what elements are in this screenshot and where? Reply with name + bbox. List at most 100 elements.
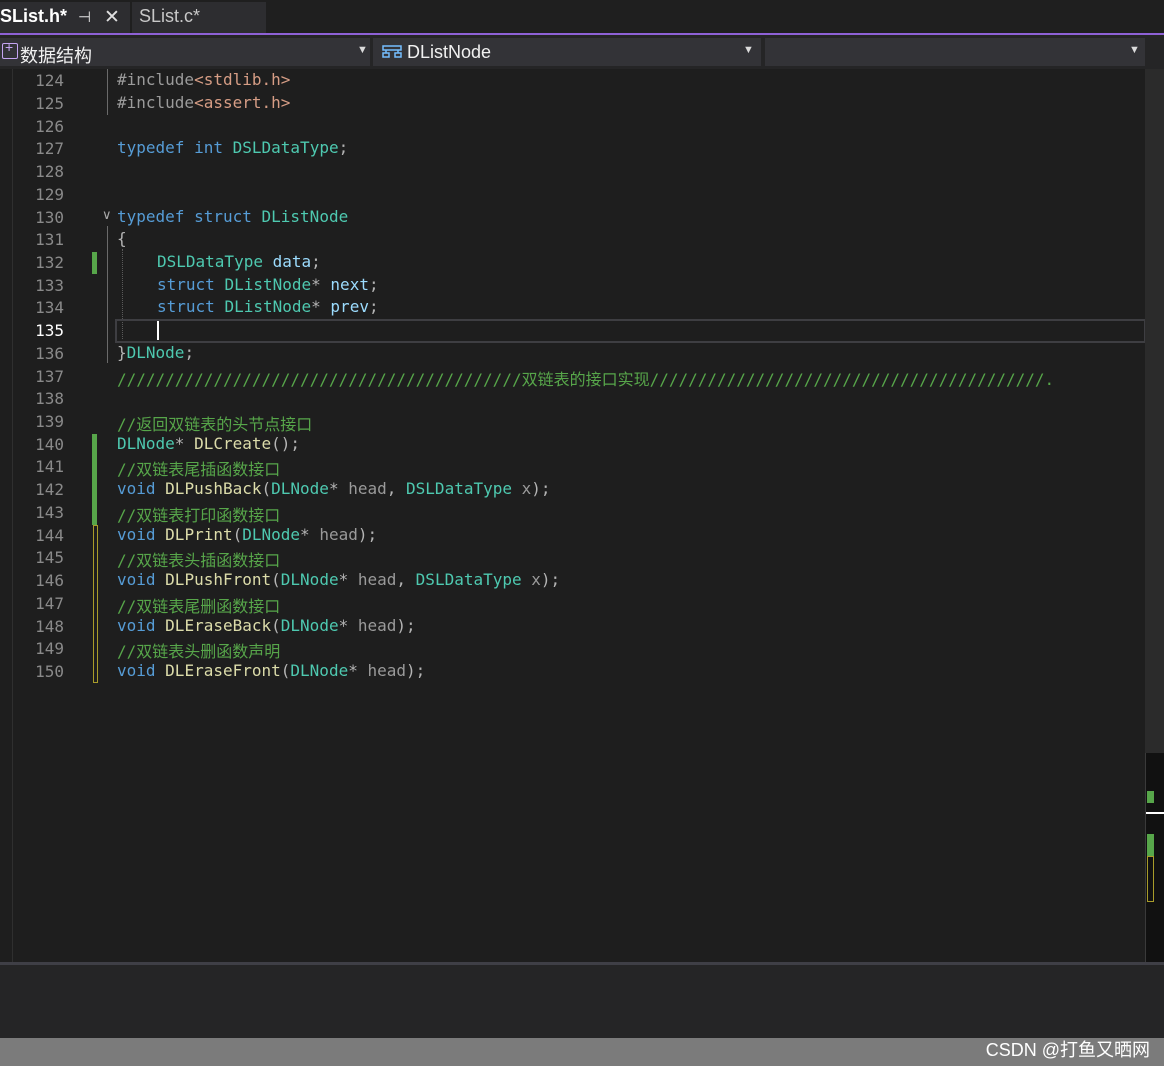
code-line-133[interactable]: 133 struct DListNode* next; — [0, 274, 1145, 297]
type-name: DListNode — [224, 297, 312, 316]
code-text: void DLPushBack(DLNode* head, DSLDataTyp… — [117, 479, 551, 498]
code-line-124[interactable]: 124 #include<stdlib.h> — [0, 69, 1145, 92]
line-number: 124 — [35, 71, 64, 90]
watermark: CSDN @打鱼又晒网 — [985, 1040, 1150, 1060]
function-name: DLPrint — [165, 525, 233, 544]
pin-icon[interactable]: ⊣ — [78, 8, 91, 26]
code-text: struct DListNode* prev; — [157, 297, 379, 316]
type-name: DLNode — [126, 343, 185, 362]
fold-chevron-icon[interactable]: ∨ — [102, 207, 112, 223]
line-number: 147 — [35, 594, 64, 613]
preprocessor: #include — [117, 93, 195, 112]
comment: //双链表尾删函数接口 — [117, 597, 281, 616]
project-icon — [2, 39, 18, 59]
comment: //双链表尾插函数接口 — [117, 460, 281, 479]
line-number: 146 — [35, 571, 64, 590]
code-line-128[interactable]: 128 — [0, 160, 1145, 183]
line-number: 150 — [35, 662, 64, 681]
code-line-139[interactable]: 139 //返回双链表的头节点接口 — [0, 410, 1145, 434]
code-line-136[interactable]: 136 }DLNode; — [0, 342, 1145, 365]
type-name: DLNode — [290, 661, 349, 680]
code-text: void DLEraseBack(DLNode* head); — [117, 616, 416, 635]
param-name: x — [531, 570, 541, 589]
field-name: data — [272, 252, 312, 271]
punctuation: ( — [280, 661, 291, 680]
code-line-144[interactable]: 144 void DLPrint(DLNode* head); — [0, 524, 1145, 547]
param-name: x — [521, 479, 532, 498]
code-editor[interactable]: 124 #include<stdlib.h> 125 #include<asse… — [0, 69, 1164, 964]
code-line-140[interactable]: 140 DLNode* DLCreate(); — [0, 433, 1145, 456]
chevron-down-icon[interactable]: ▼ — [743, 44, 754, 56]
code-line-135[interactable]: 135 — [0, 319, 1145, 342]
type-name: DLNode — [280, 616, 339, 635]
code-line-125[interactable]: 125 #include<assert.h> — [0, 92, 1145, 115]
code-line-132[interactable]: 132 DSLDataType data; — [0, 251, 1145, 274]
code-line-143[interactable]: 143 //双链表打印函数接口 — [0, 501, 1145, 525]
keyword: void — [117, 479, 156, 498]
vertical-scrollbar-track[interactable] — [1145, 69, 1164, 753]
tab-label: SList.h* — [0, 6, 68, 26]
code-line-141[interactable]: 141 //双链表尾插函数接口 — [0, 455, 1145, 479]
keyword: void — [117, 570, 156, 589]
line-number: 130 — [35, 208, 64, 227]
tab-slist-h[interactable]: SList.h* ⊣ ✕ — [0, 2, 130, 33]
tab-label: SList.c* — [139, 6, 201, 26]
code-line-131[interactable]: 131 { — [0, 228, 1145, 251]
type-name: DLNode — [280, 570, 339, 589]
code-line-146[interactable]: 146 void DLPushFront(DLNode* head, DSLDa… — [0, 569, 1145, 592]
code-text: { — [117, 229, 127, 248]
code-line-129[interactable]: 129 — [0, 183, 1145, 206]
param-name: head — [367, 661, 407, 680]
preprocessor: #include — [117, 70, 195, 89]
type-name: DListNode — [224, 275, 312, 294]
code-text: void DLPushFront(DLNode* head, DSLDataTy… — [117, 570, 560, 589]
code-line-126[interactable]: 126 — [0, 115, 1145, 138]
pointer-star: * — [338, 570, 349, 589]
punctuation: ; — [368, 297, 379, 316]
type-name: DLNode — [271, 479, 329, 498]
param-name: head — [357, 570, 397, 589]
line-number: 136 — [35, 344, 64, 363]
close-icon[interactable]: ✕ — [104, 6, 120, 29]
punctuation: ); — [406, 661, 426, 680]
keyword: struct — [194, 207, 252, 226]
keyword: void — [117, 661, 156, 680]
code-line-130[interactable]: 130 ∨ typedef struct DListNode — [0, 206, 1145, 229]
project-dropdown[interactable]: 数据结构 ▼ — [0, 38, 370, 66]
include-path: <assert.h> — [194, 93, 291, 112]
code-line-138[interactable]: 138 — [0, 387, 1145, 410]
code-line-147[interactable]: 147 //双链表尾删函数接口 — [0, 592, 1145, 616]
line-number: 141 — [35, 457, 64, 476]
keyword: void — [117, 616, 156, 635]
code-line-149[interactable]: 149 //双链表头删函数声明 — [0, 637, 1145, 661]
line-number: 138 — [35, 389, 64, 408]
code-line-134[interactable]: 134 struct DListNode* prev; — [0, 296, 1145, 319]
code-line-145[interactable]: 145 //双链表头插函数接口 — [0, 546, 1145, 570]
type-name: DSLDataType — [415, 570, 522, 589]
scrollbar-overview-map[interactable] — [1145, 753, 1164, 964]
code-text: DLNode* DLCreate(); — [117, 434, 300, 453]
line-number: 149 — [35, 639, 64, 658]
project-name: 数据结构 — [20, 46, 92, 66]
code-line-142[interactable]: 142 void DLPushBack(DLNode* head, DSLDat… — [0, 478, 1145, 501]
type-dropdown[interactable]: DListNode ▼ — [373, 38, 761, 66]
map-change-marker — [1147, 856, 1154, 902]
member-dropdown[interactable]: ▼ — [765, 38, 1145, 66]
code-line-148[interactable]: 148 void DLEraseBack(DLNode* head); — [0, 615, 1145, 638]
code-line-137[interactable]: 137 ////////////////////////////////////… — [0, 365, 1145, 389]
punctuation: ; — [368, 275, 379, 294]
chevron-down-icon[interactable]: ▼ — [357, 44, 368, 56]
code-line-127[interactable]: 127 typedef int DSLDataType; — [0, 137, 1145, 160]
punctuation: ( — [271, 570, 281, 589]
function-name: DLPushFront — [165, 570, 272, 589]
punctuation: , — [386, 479, 397, 498]
line-number: 125 — [35, 94, 64, 113]
chevron-down-icon[interactable]: ▼ — [1129, 44, 1140, 56]
code-text: #include<assert.h> — [117, 93, 290, 112]
pointer-star: * — [338, 616, 349, 635]
pointer-star: * — [348, 661, 358, 680]
line-number: 142 — [35, 480, 64, 499]
tab-slist-c[interactable]: SList.c* — [132, 2, 266, 33]
code-line-150[interactable]: 150 void DLEraseFront(DLNode* head); — [0, 660, 1145, 683]
pointer-star: * — [311, 275, 321, 294]
